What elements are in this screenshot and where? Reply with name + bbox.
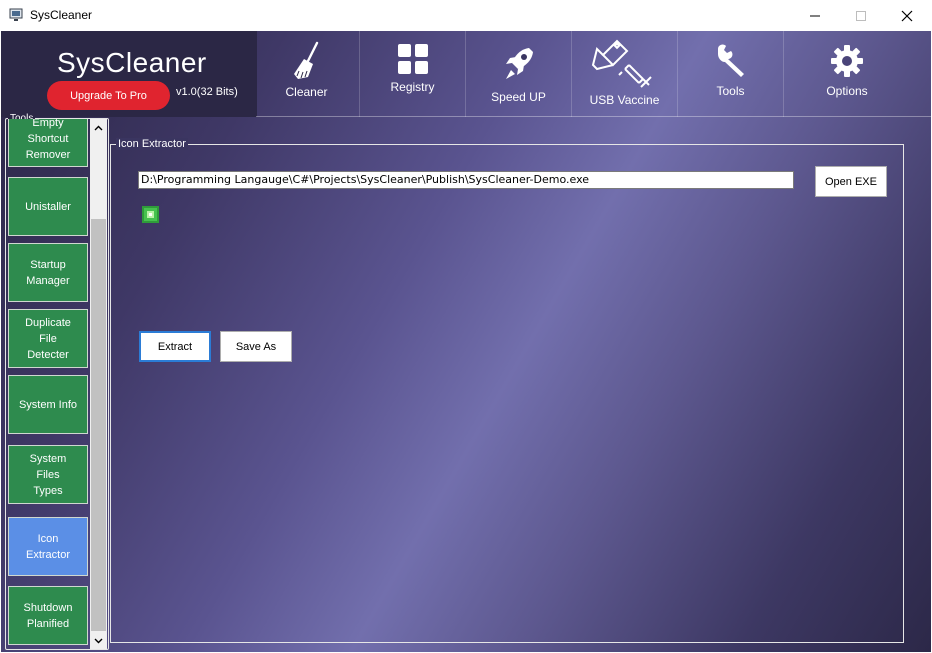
tab-cleaner-label: Cleaner bbox=[285, 85, 328, 99]
usb-syringe-icon bbox=[591, 39, 652, 88]
window-titlebar: SysCleaner bbox=[0, 0, 932, 31]
save-as-button[interactable]: Save As bbox=[220, 331, 292, 362]
tab-tools-label: Tools bbox=[716, 84, 745, 98]
close-icon bbox=[901, 10, 913, 21]
tab-usb-vaccine-label: USB Vaccine bbox=[589, 93, 660, 107]
chevron-down-icon bbox=[94, 638, 103, 643]
sidebar-item-shutdown-planified[interactable]: Shutdown Planified bbox=[8, 586, 88, 645]
window-title: SysCleaner bbox=[30, 8, 93, 22]
sidebar-item-system-info[interactable]: System Info bbox=[8, 375, 88, 434]
upgrade-button[interactable]: Upgrade To Pro bbox=[47, 81, 170, 110]
tab-usb-vaccine[interactable]: USB Vaccine bbox=[571, 31, 676, 117]
tab-speed-up-label: Speed UP bbox=[491, 90, 546, 104]
tab-registry[interactable]: Registry bbox=[359, 31, 464, 117]
wrench-icon bbox=[717, 44, 744, 77]
icon-extractor-title: Icon Extractor bbox=[116, 138, 188, 150]
grid-icon bbox=[397, 44, 428, 74]
sidebar-item-icon-extractor[interactable]: Icon Extractor bbox=[8, 517, 88, 576]
tab-registry-label: Registry bbox=[390, 80, 435, 94]
scroll-thumb[interactable] bbox=[91, 219, 106, 631]
minimize-icon bbox=[810, 15, 820, 16]
brand-area: SysCleaner Upgrade To Pro v1.0(32 Bits) bbox=[1, 31, 257, 117]
version-label: v1.0(32 Bits) bbox=[176, 86, 238, 98]
scroll-up-button[interactable] bbox=[90, 119, 107, 136]
tab-speed-up[interactable]: Speed UP bbox=[465, 31, 570, 117]
monitor-icon bbox=[9, 8, 23, 21]
app-main: SysCleaner Upgrade To Pro v1.0(32 Bits) … bbox=[1, 31, 931, 652]
broom-icon bbox=[293, 41, 318, 79]
tab-options[interactable]: Options bbox=[783, 31, 931, 117]
close-button[interactable] bbox=[884, 0, 930, 31]
exe-path-input[interactable]: D:\Programming Langauge\C#\Projects\SysC… bbox=[138, 171, 794, 189]
maximize-button[interactable] bbox=[838, 0, 884, 31]
sidebar-scrollbar[interactable] bbox=[90, 119, 107, 649]
rocket-icon bbox=[505, 48, 533, 79]
tools-sidebar: Empty Shortcut Remover Unistaller Startup M… bbox=[6, 119, 89, 649]
tab-tools[interactable]: Tools bbox=[677, 31, 782, 117]
sidebar-item-empty-shortcut-remover[interactable]: Empty Shortcut Remover bbox=[8, 119, 88, 167]
scroll-down-button[interactable] bbox=[90, 632, 107, 649]
sidebar-item-duplicate-file-detecter[interactable]: Duplicate File Detecter bbox=[8, 309, 88, 368]
minimize-button[interactable] bbox=[792, 0, 838, 31]
maximize-icon bbox=[856, 10, 866, 21]
sidebar-item-startup-manager[interactable]: Startup Manager bbox=[8, 243, 88, 302]
header-divider bbox=[256, 116, 931, 117]
chevron-up-icon bbox=[94, 125, 103, 130]
extract-button[interactable]: Extract bbox=[139, 331, 211, 362]
brand-title: SysCleaner bbox=[57, 47, 207, 78]
open-exe-button[interactable]: Open EXE bbox=[815, 166, 887, 197]
tab-cleaner[interactable]: Cleaner bbox=[254, 31, 359, 117]
icon-extractor-groupbox bbox=[110, 144, 904, 643]
extracted-app-icon bbox=[142, 206, 159, 223]
sidebar-item-unistaller[interactable]: Unistaller bbox=[8, 177, 88, 236]
gear-icon bbox=[831, 45, 863, 77]
tab-options-label: Options bbox=[826, 84, 868, 98]
sidebar-item-system-files-types[interactable]: System Files Types bbox=[8, 445, 88, 504]
